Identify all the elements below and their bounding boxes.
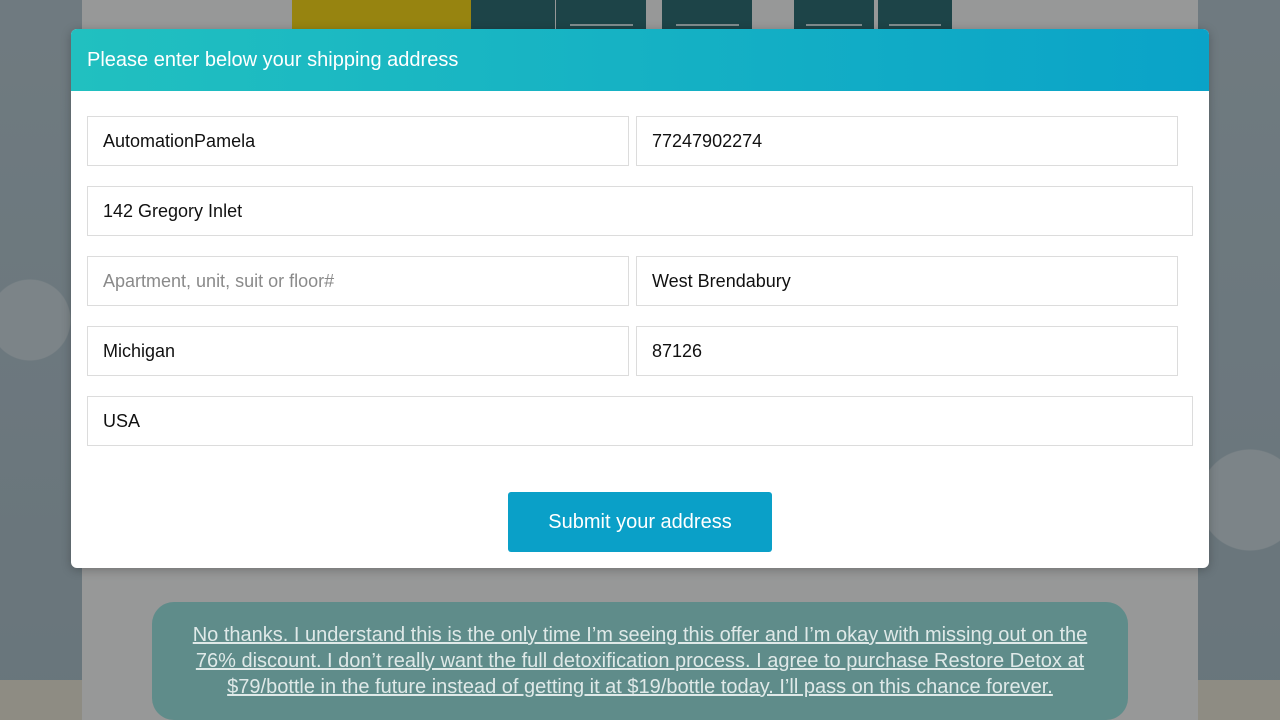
modal-header: Please enter below your shipping address	[71, 29, 1209, 91]
full-name-input[interactable]	[87, 116, 629, 166]
submit-address-button[interactable]: Submit your address	[508, 492, 772, 552]
street-address-input[interactable]	[87, 186, 1193, 236]
city-input[interactable]	[636, 256, 1178, 306]
zip-input[interactable]	[636, 326, 1178, 376]
phone-input[interactable]	[636, 116, 1178, 166]
shipping-address-form: Submit your address	[71, 91, 1209, 568]
country-input[interactable]	[87, 396, 1193, 446]
shipping-address-modal: Please enter below your shipping address…	[71, 29, 1209, 568]
state-input[interactable]	[87, 326, 629, 376]
decline-offer-link[interactable]: No thanks. I understand this is the only…	[152, 602, 1128, 720]
modal-title: Please enter below your shipping address	[87, 48, 459, 71]
apartment-input[interactable]	[87, 256, 629, 306]
